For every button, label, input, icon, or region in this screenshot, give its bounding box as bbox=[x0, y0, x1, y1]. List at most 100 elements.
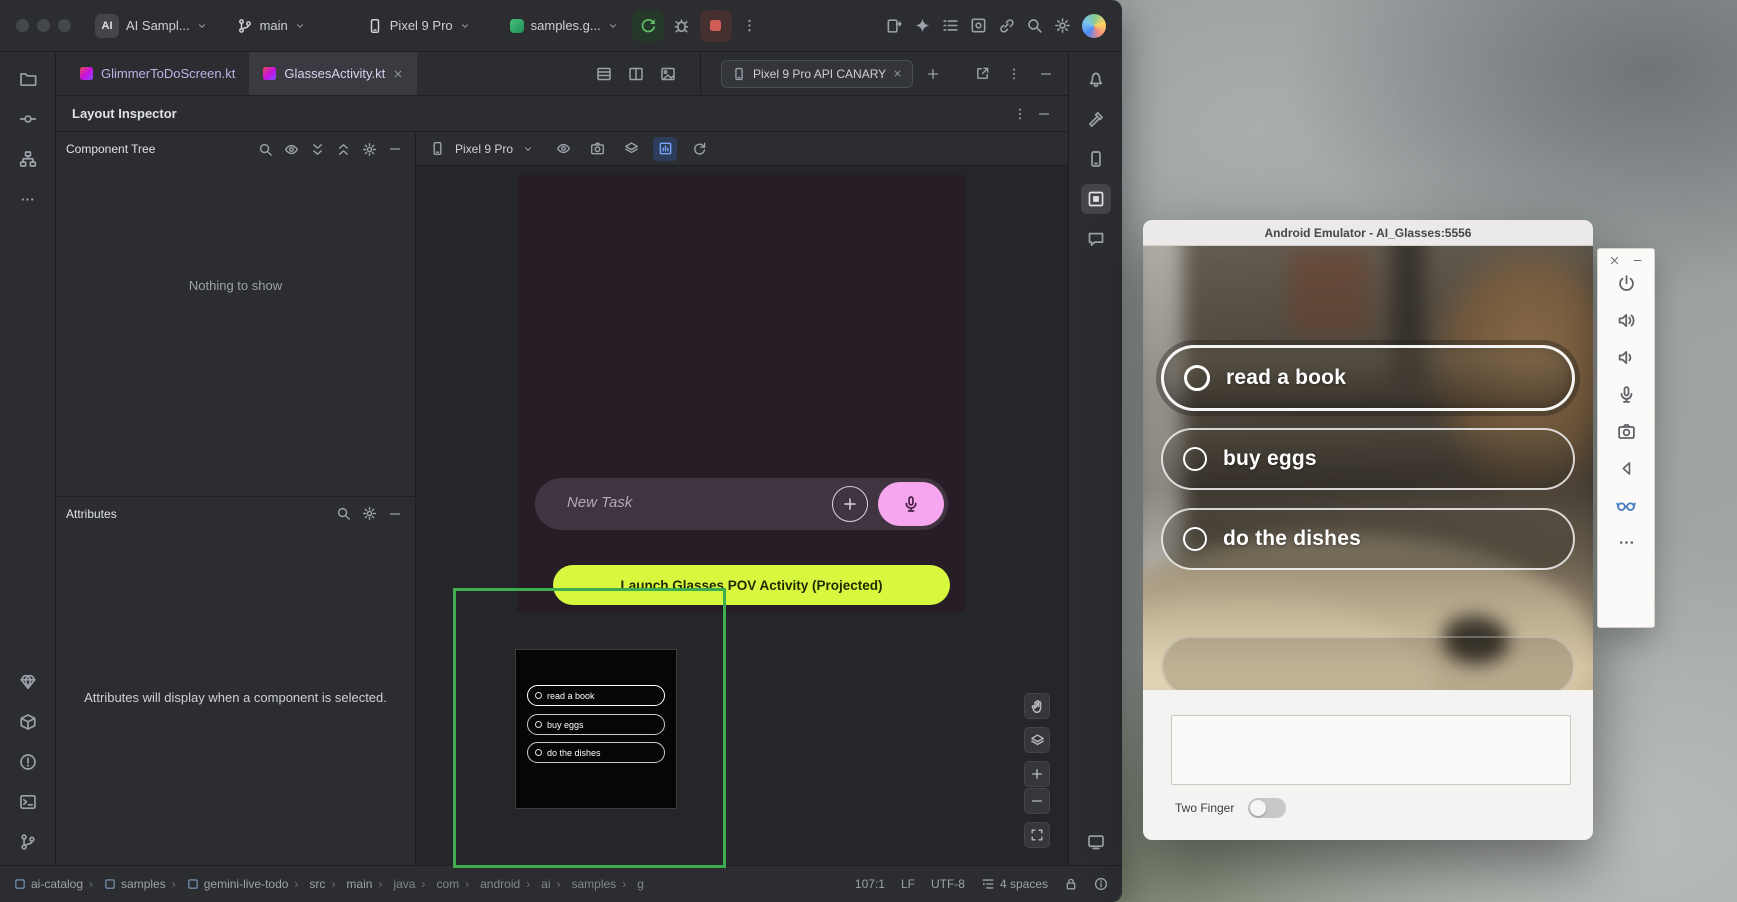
hide-panel-icon[interactable] bbox=[1034, 62, 1058, 86]
volume-down-icon[interactable] bbox=[1611, 342, 1641, 372]
build-icon[interactable] bbox=[1081, 104, 1111, 134]
problems-icon[interactable] bbox=[13, 747, 43, 777]
close-tab-icon[interactable] bbox=[893, 69, 902, 78]
close-tab-icon[interactable] bbox=[393, 69, 403, 79]
emulator-screen[interactable]: read a book buy eggs do the dishes bbox=[1143, 246, 1593, 690]
breadcrumb-item[interactable]: samples bbox=[83, 877, 166, 891]
terminal-icon[interactable] bbox=[13, 787, 43, 817]
visibility-eye-icon[interactable] bbox=[279, 137, 303, 161]
window-controls[interactable] bbox=[16, 19, 71, 32]
debug-button[interactable] bbox=[668, 12, 696, 40]
version-control-icon[interactable] bbox=[13, 827, 43, 857]
device-manager-icon[interactable] bbox=[1081, 144, 1111, 174]
emulator-title-bar[interactable]: Android Emulator - AI_Glasses:5556 bbox=[1143, 220, 1593, 246]
open-in-window-icon[interactable] bbox=[970, 62, 994, 86]
run-configuration-selector[interactable]: samples.g... bbox=[510, 18, 618, 33]
breadcrumb-item[interactable]: g bbox=[616, 877, 644, 891]
more-tools-icon[interactable] bbox=[13, 184, 43, 214]
breadcrumb-item[interactable]: gemini-live-todo bbox=[166, 877, 289, 891]
commit-icon[interactable] bbox=[13, 104, 43, 134]
expand-all-icon[interactable] bbox=[305, 137, 329, 161]
microphone-icon[interactable] bbox=[1611, 379, 1641, 409]
emulator-text-input[interactable] bbox=[1171, 715, 1571, 785]
breadcrumb-item[interactable]: com bbox=[415, 877, 459, 891]
settings-gear-icon[interactable] bbox=[1048, 12, 1076, 40]
back-icon[interactable] bbox=[1611, 453, 1641, 483]
app-inspection-icon[interactable] bbox=[964, 12, 992, 40]
minimize-panel-icon[interactable] bbox=[1032, 102, 1056, 126]
settings-gear-icon[interactable] bbox=[357, 137, 381, 161]
task-item-read-a-book[interactable]: read a book bbox=[1161, 345, 1575, 411]
vcs-branch-selector[interactable]: main bbox=[237, 18, 305, 34]
more-options-icon[interactable] bbox=[1611, 527, 1641, 557]
search-icon[interactable] bbox=[1020, 12, 1048, 40]
breadcrumb-item[interactable]: main bbox=[325, 877, 372, 891]
panel-options-icon[interactable] bbox=[1008, 102, 1032, 126]
rerun-button[interactable] bbox=[632, 10, 664, 42]
search-icon[interactable] bbox=[253, 137, 277, 161]
hide-panel-icon[interactable] bbox=[383, 137, 407, 161]
lock-icon[interactable] bbox=[1064, 877, 1078, 891]
device-selector[interactable]: Pixel 9 Pro bbox=[367, 18, 470, 34]
file-encoding[interactable]: UTF-8 bbox=[931, 877, 965, 891]
visibility-eye-icon[interactable] bbox=[551, 137, 575, 161]
zoom-window-button[interactable] bbox=[58, 19, 71, 32]
notifications-bell-icon[interactable] bbox=[1081, 64, 1111, 94]
line-ending[interactable]: LF bbox=[901, 877, 915, 891]
close-window-button[interactable] bbox=[16, 19, 29, 32]
breadcrumb-item[interactable]: src bbox=[288, 877, 325, 891]
glasses-icon[interactable] bbox=[1611, 490, 1641, 520]
project-folder-icon[interactable] bbox=[13, 64, 43, 94]
project-selector[interactable]: AI AI Sampl... bbox=[95, 14, 207, 38]
close-icon[interactable] bbox=[1609, 255, 1620, 266]
device-select-label[interactable]: Pixel 9 Pro bbox=[455, 142, 513, 156]
settings-gear-icon[interactable] bbox=[357, 502, 381, 526]
chevron-down-icon[interactable] bbox=[523, 144, 533, 154]
package-icon[interactable] bbox=[13, 707, 43, 737]
more-actions-button[interactable] bbox=[736, 12, 764, 40]
breadcrumb-item[interactable]: samples bbox=[551, 877, 617, 891]
rows-view-icon[interactable] bbox=[590, 60, 618, 88]
pan-tool-button[interactable] bbox=[1024, 693, 1050, 719]
radio-circle-icon[interactable] bbox=[1183, 527, 1207, 551]
profile-avatar[interactable] bbox=[1082, 14, 1106, 38]
structure-icon[interactable] bbox=[13, 144, 43, 174]
cursor-position[interactable]: 107:1 bbox=[855, 877, 885, 891]
add-device-button[interactable] bbox=[921, 62, 945, 86]
chat-icon[interactable] bbox=[1081, 224, 1111, 254]
tab-glimmertodoscreen[interactable]: GlimmerToDoScreen.kt bbox=[66, 52, 249, 95]
breadcrumb-item[interactable]: android bbox=[459, 877, 520, 891]
minimize-icon[interactable] bbox=[1632, 255, 1643, 266]
task-item-buy-eggs[interactable]: buy eggs bbox=[1161, 428, 1575, 490]
indent-widget[interactable]: 4 spaces bbox=[981, 877, 1048, 891]
inspector-canvas[interactable]: New Task Launch Glasses POV Activity (Pr… bbox=[416, 166, 1068, 865]
stop-button[interactable] bbox=[700, 10, 732, 42]
radio-circle-icon[interactable] bbox=[1183, 447, 1207, 471]
task-list-icon[interactable] bbox=[936, 12, 964, 40]
power-icon[interactable] bbox=[1611, 268, 1641, 298]
preview-image-icon[interactable] bbox=[654, 60, 682, 88]
zoom-in-button[interactable] bbox=[1024, 761, 1050, 787]
split-view-icon[interactable] bbox=[622, 60, 650, 88]
volume-up-icon[interactable] bbox=[1611, 305, 1641, 335]
device-mirroring-icon[interactable] bbox=[880, 12, 908, 40]
layers-icon[interactable] bbox=[619, 137, 643, 161]
gemini-icon[interactable] bbox=[908, 12, 936, 40]
zoom-out-button[interactable] bbox=[1024, 788, 1050, 814]
glasses-pov-screenshot[interactable]: read a book buy eggs do the dishes bbox=[516, 650, 676, 808]
link-icon[interactable] bbox=[992, 12, 1020, 40]
screenshot-icon[interactable] bbox=[585, 137, 609, 161]
3d-mode-button[interactable] bbox=[1024, 727, 1050, 753]
two-finger-toggle[interactable] bbox=[1248, 798, 1286, 818]
task-item-do-the-dishes[interactable]: do the dishes bbox=[1161, 508, 1575, 570]
running-device-tab[interactable]: Pixel 9 Pro API CANARY bbox=[721, 60, 913, 88]
breadcrumb-item[interactable]: ai bbox=[520, 877, 550, 891]
layout-inspector-icon[interactable] bbox=[1081, 184, 1111, 214]
tab-glassesactivity[interactable]: GlassesActivity.kt bbox=[249, 52, 417, 95]
refresh-icon[interactable] bbox=[687, 137, 711, 161]
gem-icon[interactable] bbox=[13, 667, 43, 697]
minimize-window-button[interactable] bbox=[37, 19, 50, 32]
phone-screenshot[interactable]: New Task Launch Glasses POV Activity (Pr… bbox=[517, 175, 965, 612]
more-options-icon[interactable] bbox=[1002, 62, 1026, 86]
zoom-fit-button[interactable] bbox=[1024, 822, 1050, 848]
